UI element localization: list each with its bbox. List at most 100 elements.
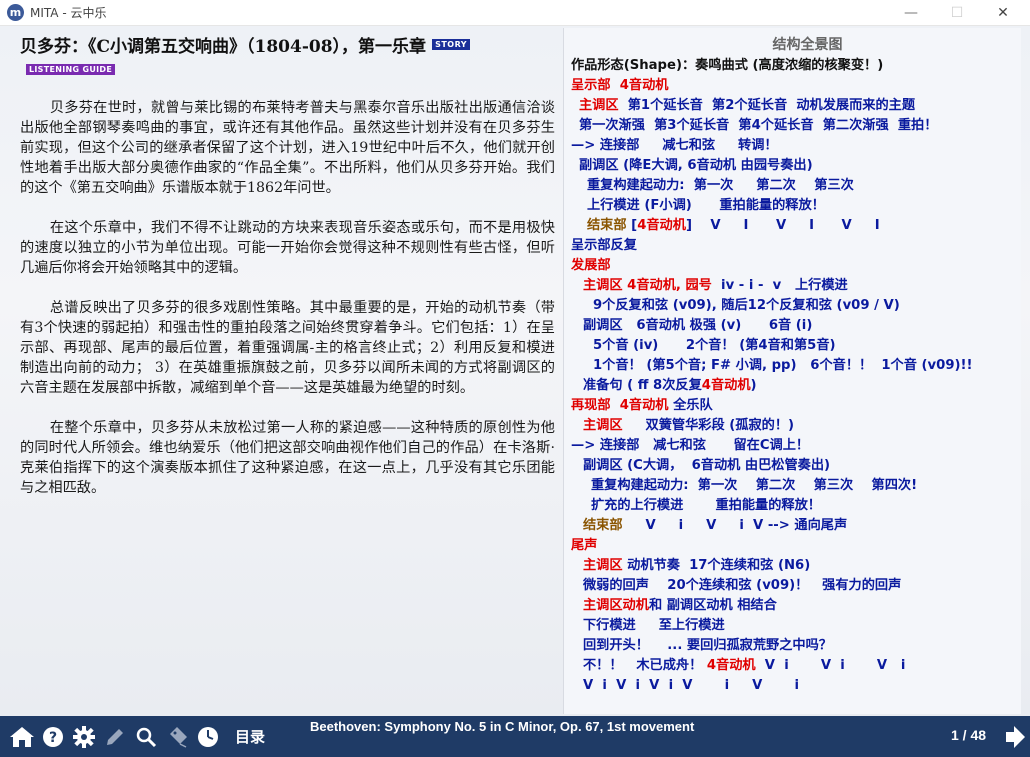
structure-line[interactable]: 尾声: [571, 536, 1021, 556]
structure-line-text: 重复构建起动力: 第一次 第二次 第三次: [587, 178, 854, 193]
svg-text:?: ?: [48, 730, 56, 746]
structure-line[interactable]: V i V i V i V i V i: [571, 676, 1021, 696]
structure-line-text: —> 连接部 减七和弦 转调！: [571, 138, 778, 153]
window-title: MITA - 云中乐: [30, 6, 107, 20]
structure-line-text: 4音动机: [701, 378, 751, 393]
gear-icon: [72, 725, 95, 748]
title-bar: m MITA - 云中乐 — ☐ ✕: [0, 0, 1030, 26]
structure-line[interactable]: 主调区 双簧管华彩段 (孤寂的！): [571, 416, 1021, 436]
structure-line[interactable]: 副调区 (降E大调, 6音动机 由园号奏出): [571, 156, 1021, 176]
structure-line-text: 副调区 6音动机 极强 (v) 6音 (i): [583, 318, 813, 333]
content-area: 贝多芬：《C小调第五交响曲》（1804-08），第一乐章 STORY LISTE…: [0, 26, 1030, 716]
structure-line[interactable]: 呈示部 4音动机: [571, 76, 1021, 96]
toc-button[interactable]: 目录: [235, 726, 265, 747]
structure-line[interactable]: 主调区 4音动机, 园号 iv - i - v 上行模进: [571, 276, 1021, 296]
structure-line-text: 5个音 (iv) 2个音！ (第4音和第5音): [593, 338, 836, 353]
structure-line-text: 第1个延长音 第2个延长音 动机发展而来的主题: [618, 98, 916, 113]
structure-line-text: 主调区: [583, 558, 623, 573]
structure-line[interactable]: 第一次渐强 第3个延长音 第4个延长音 第二次渐强 重拍！: [571, 116, 1021, 136]
structure-line-text: 主调区: [579, 98, 619, 113]
structure-line[interactable]: 再现部 4音动机 全乐队: [571, 396, 1021, 416]
structure-line[interactable]: 回到开头！ ... 要回归孤寂荒野之中吗？: [571, 636, 1021, 656]
structure-line-text: [: [626, 218, 638, 233]
structure-line-text: —> 连接部 减七和弦 留在C调上！: [571, 438, 810, 453]
structure-line[interactable]: 副调区 (C大调， 6音动机 由巴松管奏出): [571, 456, 1021, 476]
help-button[interactable]: ?: [39, 723, 66, 750]
structure-line-text: 主调区动机: [583, 598, 649, 613]
structure-line[interactable]: 副调区 6音动机 极强 (v) 6音 (i): [571, 316, 1021, 336]
bookmark-button[interactable]: [163, 723, 190, 750]
minimize-button[interactable]: —: [888, 0, 934, 26]
structure-line-text: 副调区 (C大调， 6音动机 由巴松管奏出): [583, 458, 831, 473]
listening-guide-badge[interactable]: LISTENING GUIDE: [26, 64, 116, 75]
story-paragraph: 在这个乐章中，我们不得不让跳动的方块来表现音乐姿态或乐句，而不是用极快的速度以独…: [20, 220, 555, 276]
structure-line-text: ] V I V I V I: [685, 218, 880, 233]
structure-line[interactable]: 主调区 动机节奏 17个连续和弦 (N6): [571, 556, 1021, 576]
search-button[interactable]: [132, 723, 159, 750]
next-arrow-icon: [1006, 726, 1025, 748]
maximize-button[interactable]: ☐: [934, 0, 980, 26]
structure-line-text: V i V i V i V i V i: [583, 678, 799, 693]
structure-line[interactable]: 作品形态(Shape)：奏鸣曲式 (高度浓缩的核聚变！): [571, 56, 1021, 76]
story-paragraph: 总谱反映出了贝多芬的很多戏剧性策略。其中最重要的是，开始的动机节奏（带有3个快速…: [20, 300, 555, 396]
structure-line-text: 发展部: [571, 258, 611, 273]
structure-line[interactable]: 主调区 第1个延长音 第2个延长音 动机发展而来的主题: [571, 96, 1021, 116]
clock-icon: [197, 726, 218, 747]
structure-line[interactable]: 9个反复和弦 (v09), 随后12个反复和弦 (v09 / V): [571, 296, 1021, 316]
structure-line-text: 动机节奏 17个连续和弦 (N6): [622, 558, 811, 573]
annotate-button[interactable]: [101, 723, 128, 750]
structure-lines: 作品形态(Shape)：奏鸣曲式 (高度浓缩的核聚变！) 呈示部 4音动机 主调区 …: [571, 56, 1021, 696]
structure-line[interactable]: 发展部: [571, 256, 1021, 276]
page-counter: 1 / 48: [951, 727, 987, 743]
track-caption: Beethoven: Symphony No. 5 in C Minor, Op…: [310, 719, 695, 734]
story-paragraph: 贝多芬在世时，就曾与莱比锡的布莱特考普夫与黑泰尔音乐出版社出版通信洽谈出版他全部…: [20, 100, 555, 196]
magnifier-icon: [136, 727, 156, 747]
bottom-toolbar: ? 目录 Beethoven: Symphony No. 5 in C Mino…: [0, 716, 1030, 757]
structure-line[interactable]: 主调区动机和 副调区动机 相结合: [571, 596, 1021, 616]
structure-line-text: 作品形态(Shape)：奏鸣曲式 (高度浓缩的核聚变！): [571, 58, 884, 73]
structure-line-text: 9个反复和弦 (v09), 随后12个反复和弦 (v09 / V): [593, 298, 900, 313]
structure-line-text: 回到开头！ ... 要回归孤寂荒野之中吗？: [583, 638, 832, 653]
app-logo-icon: m: [7, 4, 24, 21]
structure-line[interactable]: 呈示部反复: [571, 236, 1021, 256]
story-badge[interactable]: STORY: [432, 39, 471, 50]
history-button[interactable]: [194, 723, 221, 750]
structure-line-text: 第一次渐强 第3个延长音 第4个延长音 第二次渐强 重拍！: [579, 118, 938, 133]
structure-line-text: 上行模进 (F小调) 重拍能量的释放！: [587, 198, 825, 213]
structure-line[interactable]: 重复构建起动力: 第一次 第二次 第三次: [571, 176, 1021, 196]
structure-line-text: 副调区 (降E大调, 6音动机 由园号奏出): [579, 158, 813, 173]
structure-line-text: 微弱的回声 20个连续和弦 (v09)！ 强有力的回声: [583, 578, 902, 593]
pencil-icon: [106, 728, 123, 745]
structure-line[interactable]: 准备句 ( ff 8次反复4音动机): [571, 376, 1021, 396]
structure-line[interactable]: 结束部 [4音动机] V I V I V I: [571, 216, 1021, 236]
structure-line[interactable]: 结束部 V i V i V --> 通向尾声: [571, 516, 1021, 536]
structure-line[interactable]: 1个音！ (第5个音; F# 小调, pp) 6个音！！ 1个音 (v09)!!: [571, 356, 1021, 376]
structure-line-text: 4音动机: [637, 218, 686, 233]
structure-line-text: V i V i V --> 通向尾声: [622, 518, 848, 533]
structure-line-text: 全乐队: [668, 398, 713, 413]
close-button[interactable]: ✕: [980, 0, 1026, 26]
structure-line-text: 不！！ 木已成舟！: [583, 658, 707, 673]
structure-line-text: 4音动机: [706, 658, 756, 673]
structure-line[interactable]: 扩充的上行模进 重拍能量的释放！: [571, 496, 1021, 516]
structure-line[interactable]: —> 连接部 减七和弦 转调！: [571, 136, 1021, 156]
structure-line-text: 呈示部反复: [571, 238, 637, 253]
settings-button[interactable]: [70, 723, 97, 750]
story-heading: 贝多芬：《C小调第五交响曲》（1804-08），第一乐章 STORY: [20, 32, 555, 57]
structure-line[interactable]: —> 连接部 减七和弦 留在C调上！: [571, 436, 1021, 456]
structure-line[interactable]: 5个音 (iv) 2个音！ (第4音和第5音): [571, 336, 1021, 356]
structure-line[interactable]: 下行模进 至上行模进: [571, 616, 1021, 636]
next-page-button[interactable]: [1004, 725, 1026, 749]
structure-line-text: 结束部: [587, 218, 627, 233]
structure-line-text: 重复构建起动力: 第一次 第二次 第三次 第四次!: [591, 478, 918, 493]
structure-line-text: 双簧管华彩段 (孤寂的！): [622, 418, 795, 433]
overview-title: 结构全景图: [772, 37, 843, 53]
structure-line[interactable]: 上行模进 (F小调) 重拍能量的释放！: [571, 196, 1021, 216]
home-button[interactable]: [8, 723, 35, 750]
structure-line[interactable]: 微弱的回声 20个连续和弦 (v09)！ 强有力的回声: [571, 576, 1021, 596]
structure-line-text: 和 副调区动机 相结合: [648, 598, 777, 613]
structure-line[interactable]: 不！！ 木已成舟！ 4音动机 V i V i V i: [571, 656, 1021, 676]
structure-overview-pane: 结构全景图 作品形态(Shape)：奏鸣曲式 (高度浓缩的核聚变！) 呈示部 4音…: [563, 28, 1021, 714]
structure-line[interactable]: 重复构建起动力: 第一次 第二次 第三次 第四次!: [571, 476, 1021, 496]
structure-line-text: 扩充的上行模进 重拍能量的释放！: [591, 498, 821, 513]
